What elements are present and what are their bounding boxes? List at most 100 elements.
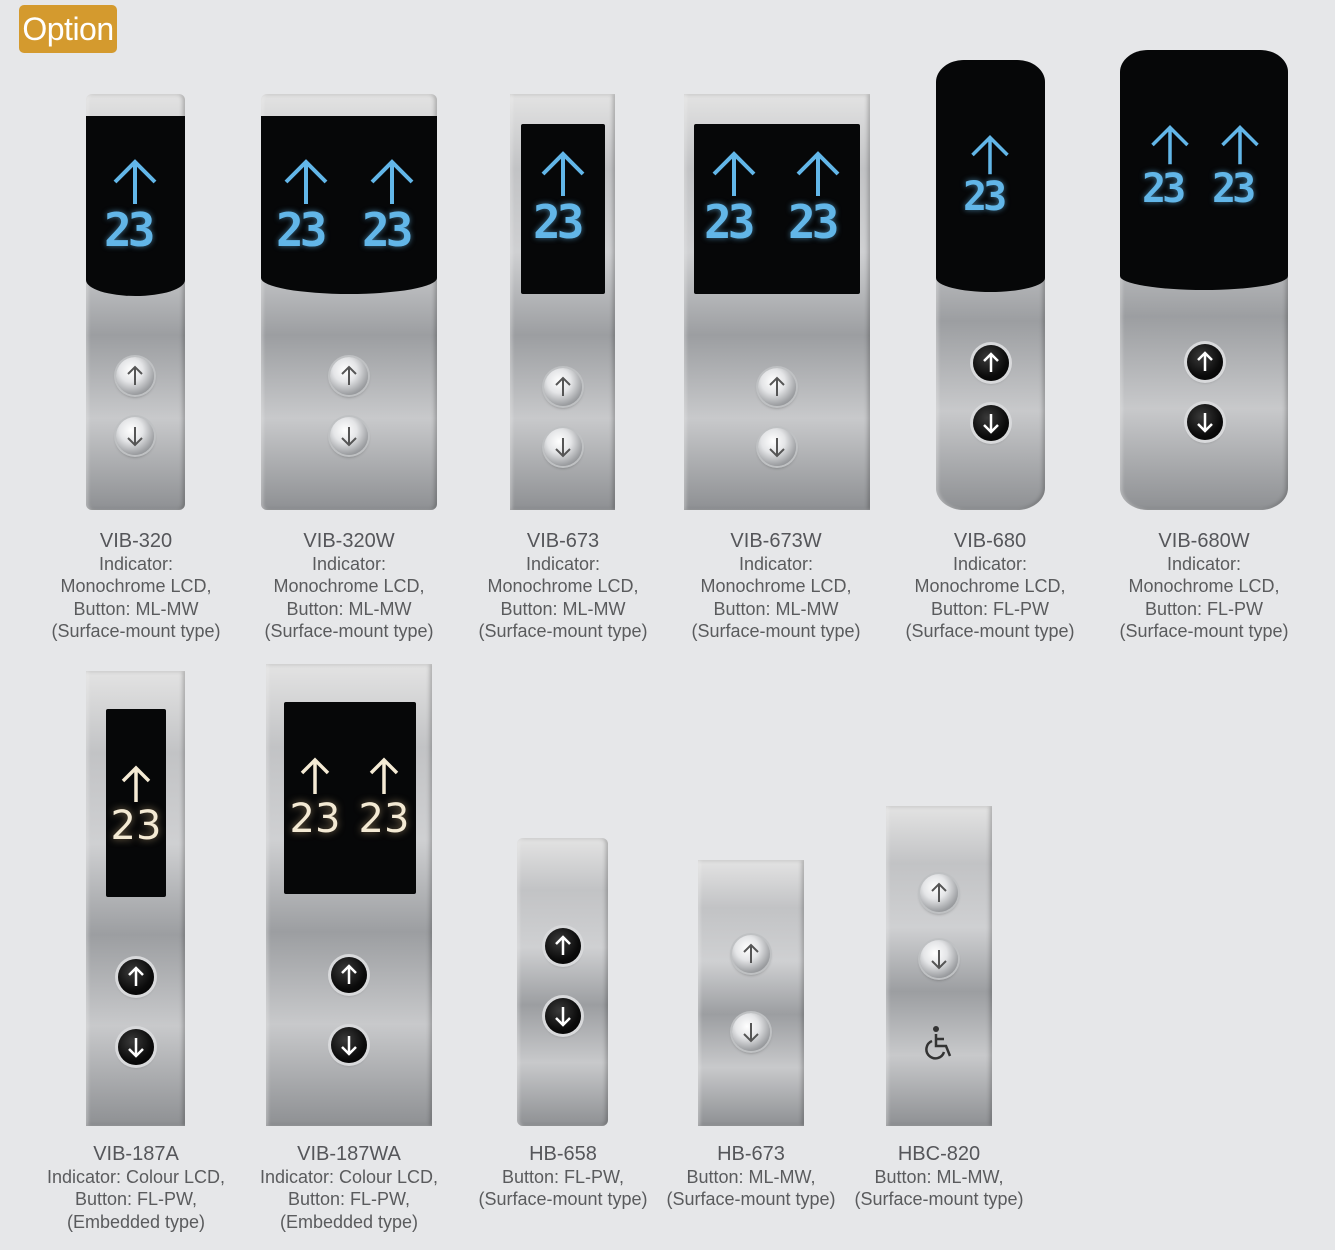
up-call-button[interactable] bbox=[973, 345, 1009, 381]
spec-line: Button: ML-MW bbox=[713, 598, 839, 619]
spec-line: (Embedded type) bbox=[279, 1211, 419, 1232]
down-call-button[interactable] bbox=[973, 405, 1009, 441]
up-call-button[interactable] bbox=[1187, 344, 1223, 380]
spec-line: Monochrome LCD, bbox=[273, 576, 425, 596]
up-call-button[interactable] bbox=[331, 957, 367, 993]
spec-line: Button: ML-MW bbox=[73, 598, 199, 619]
down-call-button[interactable] bbox=[544, 428, 582, 466]
spec-line: (Embedded type) bbox=[66, 1211, 206, 1232]
floor-number: 23 bbox=[110, 803, 162, 849]
spec-line: Monochrome LCD, bbox=[1128, 576, 1280, 596]
floor-number: 23 bbox=[704, 195, 755, 249]
floor-number: 23 bbox=[1142, 166, 1186, 212]
spec-line: (Surface-mount type) bbox=[854, 1189, 1024, 1209]
up-call-button[interactable] bbox=[116, 357, 154, 395]
down-call-button[interactable] bbox=[118, 1029, 154, 1065]
spec-line: Indicator: bbox=[738, 553, 814, 574]
panel-vib-680 bbox=[936, 60, 1045, 510]
caption-vib-187wa: VIB-187WA Indicator: Colour LCD, Button:… bbox=[244, 1143, 454, 1233]
up-arrow-icon bbox=[121, 765, 151, 802]
up-arrow-icon bbox=[796, 151, 840, 196]
up-call-button[interactable] bbox=[545, 928, 581, 964]
model-name: HBC-820 bbox=[897, 1143, 981, 1165]
caption-vib-680w: VIB-680W Indicator: Monochrome LCD, Butt… bbox=[1104, 530, 1304, 643]
spec-line: Button: ML-MW bbox=[286, 598, 412, 619]
up-arrow-icon bbox=[370, 159, 414, 204]
up-call-button[interactable] bbox=[544, 368, 582, 406]
spec-line: Indicator: Colour LCD, bbox=[259, 1166, 439, 1187]
up-arrow-icon bbox=[127, 365, 143, 385]
floor-number: 23 bbox=[362, 203, 413, 257]
spec-line: Button: FL-PW, bbox=[501, 1166, 625, 1187]
up-arrow-icon bbox=[128, 966, 144, 986]
up-arrow-icon bbox=[555, 376, 571, 396]
spec-line: Button: ML-MW, bbox=[874, 1166, 1004, 1187]
up-arrow-icon bbox=[541, 151, 585, 196]
up-call-button[interactable] bbox=[758, 368, 796, 406]
floor-number: 23 bbox=[963, 174, 1007, 220]
down-arrow-icon bbox=[127, 427, 143, 447]
model-name: VIB-680W bbox=[1158, 530, 1250, 552]
spec-line: Monochrome LCD, bbox=[914, 576, 1066, 596]
down-call-button[interactable] bbox=[732, 1013, 770, 1051]
down-call-button[interactable] bbox=[1187, 404, 1223, 440]
down-arrow-icon bbox=[555, 1007, 571, 1027]
spec-line: (Surface-mount type) bbox=[666, 1189, 836, 1209]
up-arrow-icon bbox=[1221, 125, 1259, 165]
down-arrow-icon bbox=[769, 438, 785, 458]
down-arrow-icon bbox=[931, 950, 947, 970]
up-arrow-icon bbox=[555, 935, 571, 955]
panel-hb-658 bbox=[517, 838, 608, 1126]
up-arrow-icon bbox=[769, 376, 785, 396]
spec-line: (Surface-mount type) bbox=[478, 1189, 648, 1209]
spec-line: (Surface-mount type) bbox=[264, 621, 434, 641]
model-name: HB-658 bbox=[529, 1143, 597, 1165]
spec-line: Button: ML-MW, bbox=[686, 1166, 816, 1187]
up-arrow-icon bbox=[341, 365, 357, 385]
caption-vib-673: VIB-673 Indicator: Monochrome LCD, Butto… bbox=[463, 530, 663, 643]
model-name: VIB-187WA bbox=[297, 1143, 401, 1165]
spec-line: (Surface-mount type) bbox=[905, 621, 1075, 641]
model-name: VIB-673 bbox=[526, 530, 600, 552]
spec-line: Indicator: Colour LCD, bbox=[46, 1166, 226, 1187]
down-call-button[interactable] bbox=[116, 417, 154, 455]
floor-number: 23 bbox=[533, 195, 584, 249]
caption-hb-658: HB-658 Button: FL-PW, (Surface-mount typ… bbox=[463, 1143, 663, 1211]
spec-line: Button: ML-MW bbox=[500, 598, 626, 619]
panel-vib-680w bbox=[1120, 50, 1288, 510]
model-name: VIB-680 bbox=[953, 530, 1027, 552]
up-arrow-icon bbox=[712, 151, 756, 196]
up-arrow-icon bbox=[341, 964, 357, 984]
down-call-button[interactable] bbox=[331, 1027, 367, 1063]
up-call-button[interactable] bbox=[732, 935, 770, 973]
caption-hb-673: HB-673 Button: ML-MW, (Surface-mount typ… bbox=[651, 1143, 851, 1211]
spec-line: (Surface-mount type) bbox=[691, 621, 861, 641]
down-arrow-icon bbox=[128, 1038, 144, 1058]
wheelchair-icon bbox=[925, 1026, 952, 1060]
down-arrow-icon bbox=[743, 1023, 759, 1043]
model-name: VIB-320 bbox=[99, 530, 173, 552]
spec-line: Monochrome LCD, bbox=[487, 576, 639, 596]
down-call-button[interactable] bbox=[920, 940, 958, 978]
caption-vib-680: VIB-680 Indicator: Monochrome LCD, Butto… bbox=[890, 530, 1090, 643]
down-call-button[interactable] bbox=[330, 417, 368, 455]
floor-number: 23 bbox=[289, 796, 341, 842]
down-call-button[interactable] bbox=[545, 998, 581, 1034]
model-name: VIB-320W bbox=[303, 530, 395, 552]
down-arrow-icon bbox=[341, 1036, 357, 1056]
model-name: HB-673 bbox=[717, 1143, 785, 1165]
floor-number: 23 bbox=[104, 203, 155, 257]
caption-vib-187a: VIB-187A Indicator: Colour LCD, Button: … bbox=[31, 1143, 241, 1233]
up-call-button[interactable] bbox=[330, 357, 368, 395]
floor-number: 23 bbox=[276, 203, 327, 257]
spec-line: Monochrome LCD, bbox=[60, 576, 212, 596]
caption-vib-673w: VIB-673W Indicator: Monochrome LCD, Butt… bbox=[676, 530, 876, 643]
up-arrow-icon bbox=[971, 135, 1009, 175]
down-call-button[interactable] bbox=[758, 428, 796, 466]
spec-line: Button: FL-PW, bbox=[287, 1189, 411, 1209]
spec-line: Indicator: bbox=[1166, 553, 1242, 574]
floor-number: 23 bbox=[788, 195, 839, 249]
spec-line: Indicator: bbox=[952, 553, 1028, 574]
up-call-button[interactable] bbox=[118, 959, 154, 995]
up-call-button[interactable] bbox=[920, 874, 958, 912]
